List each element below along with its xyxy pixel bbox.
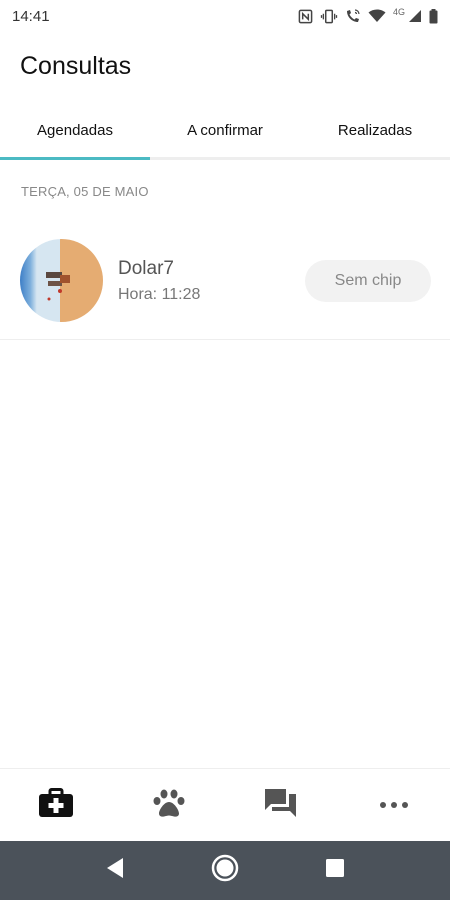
nav-consultas[interactable]	[0, 769, 113, 841]
system-back-button[interactable]	[85, 841, 145, 900]
bottom-navigation	[0, 768, 450, 841]
appointment-time: Hora: 11:28	[118, 286, 201, 303]
pet-name: Dolar7	[118, 258, 174, 279]
paw-icon	[153, 788, 185, 823]
tab-a-confirmar[interactable]: A confirmar	[150, 104, 300, 157]
recents-icon	[325, 858, 345, 883]
battery-icon	[429, 8, 438, 24]
system-navigation-bar	[0, 841, 450, 900]
tab-realizadas[interactable]: Realizadas	[300, 104, 450, 157]
more-icon	[379, 796, 409, 814]
tab-bar: Agendadas A confirmar Realizadas	[0, 104, 450, 160]
chip-status-badge: Sem chip	[305, 260, 431, 302]
vibrate-icon	[320, 9, 338, 24]
status-icons: 4G	[298, 7, 438, 24]
pet-avatar	[20, 239, 103, 322]
appointment-row[interactable]: Dolar7 Hora: 11:28 Sem chip	[0, 222, 450, 340]
tab-agendadas[interactable]: Agendadas	[0, 104, 150, 160]
status-bar: 14:41 4G	[0, 0, 450, 32]
medical-kit-icon	[38, 787, 74, 823]
nav-more[interactable]	[338, 769, 450, 841]
date-header: TERÇA, 05 DE MAIO	[21, 184, 149, 199]
wifi-calling-icon	[345, 8, 361, 24]
wifi-icon	[368, 9, 386, 23]
system-recents-button[interactable]	[305, 841, 365, 900]
system-home-button[interactable]	[195, 841, 255, 900]
nav-pets[interactable]	[113, 769, 226, 841]
chat-icon	[264, 788, 298, 823]
back-icon	[105, 857, 125, 884]
home-icon	[210, 853, 240, 888]
nfc-icon	[298, 9, 313, 24]
status-time: 14:41	[12, 7, 50, 25]
network-type-label: 4G	[392, 7, 405, 17]
nav-messages[interactable]	[225, 769, 338, 841]
page-title: Consultas	[20, 52, 132, 80]
cell-signal-icon	[408, 9, 422, 23]
